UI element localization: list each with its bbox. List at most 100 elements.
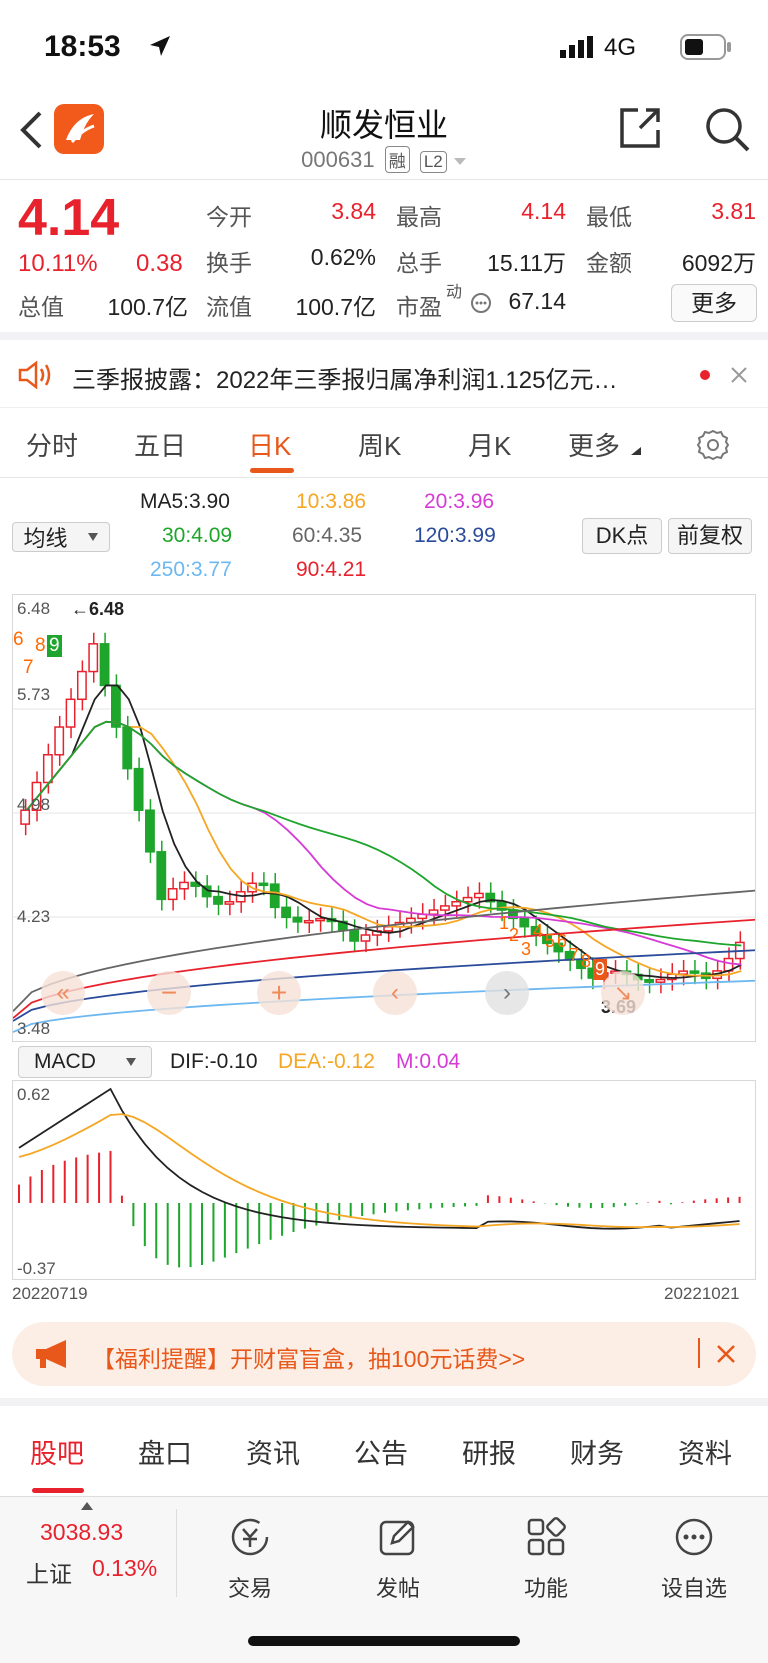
tab-news[interactable]: 资讯 (246, 1432, 300, 1471)
signal-icon (560, 36, 593, 58)
dock-divider (176, 1509, 177, 1597)
candle-body (65, 698, 76, 728)
gear-icon[interactable] (696, 428, 730, 462)
seq-down-label: 4 (533, 921, 544, 941)
level2-tag: L2 (419, 151, 447, 173)
ma-selector-label: 均线 (23, 526, 68, 551)
tab-finance[interactable]: 财务 (570, 1432, 624, 1471)
dock-functions[interactable]: 功能 (486, 1515, 606, 1603)
seq-up-label: 7 (23, 657, 34, 678)
seq-down-label: 7 (569, 945, 580, 965)
field-value: 67.14 (508, 288, 566, 314)
y-tick: 4.23 (17, 907, 51, 926)
field-label: 总手 (396, 250, 442, 276)
zoom-out-icon[interactable]: − (147, 971, 191, 1015)
macd-chart[interactable]: 0.62 -0.37 (12, 1080, 756, 1280)
seq-down-label: 3 (521, 939, 532, 959)
seq-up-label: 9 (47, 635, 62, 657)
promo-banner[interactable]: 【福利提醒】开财富盲盒，抽100元话费>> (12, 1322, 756, 1386)
tab-guba[interactable]: 股吧 (30, 1432, 84, 1471)
tab-announcements[interactable]: 公告 (354, 1432, 408, 1471)
step-left-icon[interactable]: ‹ (373, 971, 417, 1015)
dropdown-icon[interactable] (453, 157, 467, 167)
status-time: 18:53 (44, 30, 121, 63)
field-label: 市盈 (396, 294, 442, 320)
field-value: 3.84 (331, 198, 376, 224)
search-icon[interactable] (704, 106, 750, 152)
field-label: 总值 (18, 294, 64, 320)
field-value: 6092万 (681, 250, 756, 276)
tab-research[interactable]: 研报 (462, 1432, 516, 1471)
field-label: 流值 (206, 294, 252, 320)
field-label: 今开 (206, 204, 252, 230)
stock-code-line: 000631 融 L2 (0, 146, 768, 173)
y-tick: 6.48 (17, 599, 51, 618)
promo-text[interactable]: 【福利提醒】开财富盲盒，抽100元话费>> (92, 1340, 525, 1374)
candle-body (519, 917, 530, 928)
candle-body (258, 882, 269, 887)
tab-daily-k[interactable]: 日K (248, 426, 291, 463)
tab-intraday[interactable]: 分时 (26, 426, 78, 463)
step-right-icon[interactable]: › (485, 971, 529, 1015)
fast-back-icon[interactable]: « (41, 971, 85, 1015)
promo-divider (698, 1338, 700, 1368)
tab-more[interactable]: 更多 (568, 426, 620, 463)
info-icon[interactable] (470, 292, 492, 314)
candle-body (474, 892, 484, 899)
caret-up-icon (81, 1502, 93, 1510)
seq-down-label: 2 (509, 925, 520, 945)
candle-body (451, 900, 462, 907)
candle-body (156, 851, 167, 901)
candle-body (315, 917, 326, 922)
dea-line (18, 1113, 740, 1229)
quote-panel: 4.14 10.11% 0.38 今开 3.84 最高 4.14 最低 3.81… (0, 180, 768, 340)
candle-body (439, 905, 450, 911)
news-ticker[interactable]: 三季报披露：2022年三季报归属净利润1.125亿元… (0, 340, 768, 408)
candle-body (179, 881, 189, 890)
candle-body (99, 643, 110, 687)
close-icon[interactable] (730, 366, 748, 384)
adjust-button[interactable]: 前复权 (668, 518, 752, 554)
close-icon[interactable] (716, 1344, 736, 1364)
dock-trade[interactable]: 交易 (190, 1515, 310, 1603)
kline-chart[interactable]: 6.48 5.73 4.98 4.23 3.48 ←6.48 3.69 6 7 … (12, 594, 756, 1042)
zoom-in-icon[interactable]: + (257, 971, 301, 1015)
location-arrow-icon (150, 36, 170, 56)
tab-five-day[interactable]: 五日 (134, 426, 186, 463)
seq-down-label: 8 (581, 951, 592, 971)
ma-item: 60:4.35 (292, 524, 363, 547)
ma-selector[interactable]: 均线 (12, 522, 110, 552)
status-bar: 18:53 4G (0, 0, 768, 96)
field-value: 0.62% (310, 244, 376, 270)
dock-watchlist[interactable]: 设自选 (634, 1515, 754, 1603)
field-value: 4.14 (521, 198, 566, 224)
candle-body (122, 726, 133, 770)
dock-post[interactable]: 发帖 (338, 1515, 458, 1603)
tab-weekly-k[interactable]: 周K (358, 426, 401, 463)
tab-monthly-k[interactable]: 月K (468, 426, 511, 463)
ma-item: 90:4.21 (296, 558, 367, 581)
tab-profile[interactable]: 资料 (678, 1432, 732, 1471)
battery-icon (680, 34, 731, 60)
tab-pankou[interactable]: 盘口 (138, 1432, 192, 1471)
dk-point-button[interactable]: DK点 (582, 518, 662, 554)
ma-line (25, 720, 742, 977)
index-value[interactable]: 3038.93 (40, 1519, 123, 1546)
macd-svg (18, 1087, 741, 1268)
candle-body (88, 643, 99, 673)
change-amount: 0.38 (136, 250, 183, 277)
news-text[interactable]: 三季报披露：2022年三季报归属净利润1.125亿元… (72, 360, 617, 395)
candle-body (655, 978, 666, 983)
share-icon[interactable] (618, 106, 662, 150)
candle-body (678, 970, 689, 975)
index-name[interactable]: 上证 (26, 1555, 72, 1589)
candle-body (428, 909, 439, 915)
active-tab-indicator (32, 1488, 84, 1493)
field-value: 15.11万 (487, 250, 566, 276)
fast-forward-icon[interactable]: ↘ (601, 971, 645, 1015)
high-marker: ←6.48 (71, 599, 125, 619)
ma-item: 250:3.77 (150, 558, 232, 581)
more-button[interactable]: 更多 (671, 284, 757, 322)
candle-body (292, 916, 303, 923)
indicator-selector[interactable]: MACD (18, 1046, 152, 1078)
